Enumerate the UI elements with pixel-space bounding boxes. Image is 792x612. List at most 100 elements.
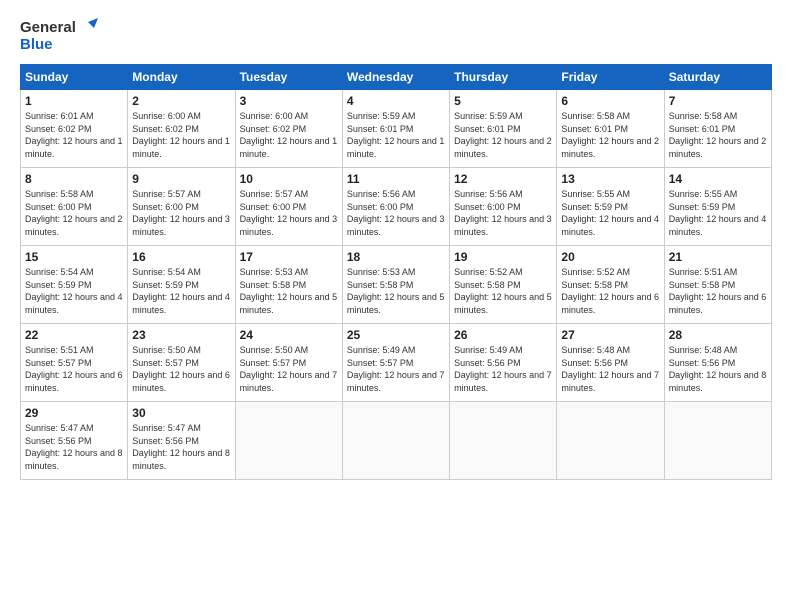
- calendar-cell: 29 Sunrise: 5:47 AM Sunset: 5:56 PM Dayl…: [21, 402, 128, 480]
- day-number: 5: [454, 94, 552, 108]
- calendar-cell: 28 Sunrise: 5:48 AM Sunset: 5:56 PM Dayl…: [664, 324, 771, 402]
- day-number: 17: [240, 250, 338, 264]
- col-header-friday: Friday: [557, 65, 664, 90]
- calendar-cell: 27 Sunrise: 5:48 AM Sunset: 5:56 PM Dayl…: [557, 324, 664, 402]
- calendar-table: SundayMondayTuesdayWednesdayThursdayFrid…: [20, 64, 772, 480]
- calendar-cell: 16 Sunrise: 5:54 AM Sunset: 5:59 PM Dayl…: [128, 246, 235, 324]
- day-number: 27: [561, 328, 659, 342]
- day-info: Sunrise: 5:53 AM Sunset: 5:58 PM Dayligh…: [347, 266, 445, 316]
- day-info: Sunrise: 5:54 AM Sunset: 5:59 PM Dayligh…: [25, 266, 123, 316]
- day-number: 26: [454, 328, 552, 342]
- svg-text:Blue: Blue: [20, 36, 53, 53]
- col-header-monday: Monday: [128, 65, 235, 90]
- day-info: Sunrise: 5:56 AM Sunset: 6:00 PM Dayligh…: [347, 188, 445, 238]
- col-header-tuesday: Tuesday: [235, 65, 342, 90]
- calendar-cell: 6 Sunrise: 5:58 AM Sunset: 6:01 PM Dayli…: [557, 90, 664, 168]
- day-info: Sunrise: 5:58 AM Sunset: 6:00 PM Dayligh…: [25, 188, 123, 238]
- day-info: Sunrise: 5:50 AM Sunset: 5:57 PM Dayligh…: [132, 344, 230, 394]
- day-number: 3: [240, 94, 338, 108]
- day-number: 29: [25, 406, 123, 420]
- day-info: Sunrise: 6:00 AM Sunset: 6:02 PM Dayligh…: [132, 110, 230, 160]
- day-info: Sunrise: 5:49 AM Sunset: 5:56 PM Dayligh…: [454, 344, 552, 394]
- day-number: 20: [561, 250, 659, 264]
- day-number: 30: [132, 406, 230, 420]
- calendar-cell: 11 Sunrise: 5:56 AM Sunset: 6:00 PM Dayl…: [342, 168, 449, 246]
- svg-text:General: General: [20, 19, 76, 36]
- calendar-cell: 14 Sunrise: 5:55 AM Sunset: 5:59 PM Dayl…: [664, 168, 771, 246]
- col-header-thursday: Thursday: [450, 65, 557, 90]
- day-info: Sunrise: 5:48 AM Sunset: 5:56 PM Dayligh…: [669, 344, 767, 394]
- day-info: Sunrise: 5:59 AM Sunset: 6:01 PM Dayligh…: [347, 110, 445, 160]
- calendar-cell: 4 Sunrise: 5:59 AM Sunset: 6:01 PM Dayli…: [342, 90, 449, 168]
- calendar-cell: 10 Sunrise: 5:57 AM Sunset: 6:00 PM Dayl…: [235, 168, 342, 246]
- day-number: 18: [347, 250, 445, 264]
- day-number: 16: [132, 250, 230, 264]
- calendar-cell: 22 Sunrise: 5:51 AM Sunset: 5:57 PM Dayl…: [21, 324, 128, 402]
- calendar-cell: [557, 402, 664, 480]
- day-info: Sunrise: 5:53 AM Sunset: 5:58 PM Dayligh…: [240, 266, 338, 316]
- day-number: 21: [669, 250, 767, 264]
- day-number: 13: [561, 172, 659, 186]
- logo: General Blue: [20, 16, 100, 54]
- day-info: Sunrise: 5:50 AM Sunset: 5:57 PM Dayligh…: [240, 344, 338, 394]
- day-info: Sunrise: 5:57 AM Sunset: 6:00 PM Dayligh…: [240, 188, 338, 238]
- day-number: 14: [669, 172, 767, 186]
- calendar-week-2: 15 Sunrise: 5:54 AM Sunset: 5:59 PM Dayl…: [21, 246, 772, 324]
- calendar-cell: [235, 402, 342, 480]
- calendar-cell: 24 Sunrise: 5:50 AM Sunset: 5:57 PM Dayl…: [235, 324, 342, 402]
- day-info: Sunrise: 5:47 AM Sunset: 5:56 PM Dayligh…: [132, 422, 230, 472]
- calendar-week-4: 29 Sunrise: 5:47 AM Sunset: 5:56 PM Dayl…: [21, 402, 772, 480]
- day-info: Sunrise: 6:00 AM Sunset: 6:02 PM Dayligh…: [240, 110, 338, 160]
- calendar-cell: [664, 402, 771, 480]
- calendar-cell: 7 Sunrise: 5:58 AM Sunset: 6:01 PM Dayli…: [664, 90, 771, 168]
- calendar-cell: 8 Sunrise: 5:58 AM Sunset: 6:00 PM Dayli…: [21, 168, 128, 246]
- col-header-sunday: Sunday: [21, 65, 128, 90]
- calendar-cell: 25 Sunrise: 5:49 AM Sunset: 5:57 PM Dayl…: [342, 324, 449, 402]
- calendar-cell: 17 Sunrise: 5:53 AM Sunset: 5:58 PM Dayl…: [235, 246, 342, 324]
- day-number: 1: [25, 94, 123, 108]
- day-info: Sunrise: 5:55 AM Sunset: 5:59 PM Dayligh…: [669, 188, 767, 238]
- calendar-cell: [342, 402, 449, 480]
- day-number: 4: [347, 94, 445, 108]
- day-info: Sunrise: 5:57 AM Sunset: 6:00 PM Dayligh…: [132, 188, 230, 238]
- col-header-wednesday: Wednesday: [342, 65, 449, 90]
- calendar-cell: 21 Sunrise: 5:51 AM Sunset: 5:58 PM Dayl…: [664, 246, 771, 324]
- day-number: 2: [132, 94, 230, 108]
- calendar-cell: 26 Sunrise: 5:49 AM Sunset: 5:56 PM Dayl…: [450, 324, 557, 402]
- day-info: Sunrise: 5:58 AM Sunset: 6:01 PM Dayligh…: [669, 110, 767, 160]
- day-number: 8: [25, 172, 123, 186]
- calendar-cell: 19 Sunrise: 5:52 AM Sunset: 5:58 PM Dayl…: [450, 246, 557, 324]
- day-info: Sunrise: 5:48 AM Sunset: 5:56 PM Dayligh…: [561, 344, 659, 394]
- col-header-saturday: Saturday: [664, 65, 771, 90]
- day-number: 15: [25, 250, 123, 264]
- calendar-cell: [450, 402, 557, 480]
- day-info: Sunrise: 6:01 AM Sunset: 6:02 PM Dayligh…: [25, 110, 123, 160]
- calendar-cell: 13 Sunrise: 5:55 AM Sunset: 5:59 PM Dayl…: [557, 168, 664, 246]
- day-number: 24: [240, 328, 338, 342]
- day-number: 23: [132, 328, 230, 342]
- calendar-cell: 2 Sunrise: 6:00 AM Sunset: 6:02 PM Dayli…: [128, 90, 235, 168]
- day-info: Sunrise: 5:58 AM Sunset: 6:01 PM Dayligh…: [561, 110, 659, 160]
- calendar-cell: 5 Sunrise: 5:59 AM Sunset: 6:01 PM Dayli…: [450, 90, 557, 168]
- day-number: 12: [454, 172, 552, 186]
- day-info: Sunrise: 5:49 AM Sunset: 5:57 PM Dayligh…: [347, 344, 445, 394]
- day-info: Sunrise: 5:52 AM Sunset: 5:58 PM Dayligh…: [454, 266, 552, 316]
- calendar-cell: 3 Sunrise: 6:00 AM Sunset: 6:02 PM Dayli…: [235, 90, 342, 168]
- calendar-cell: 1 Sunrise: 6:01 AM Sunset: 6:02 PM Dayli…: [21, 90, 128, 168]
- calendar-week-1: 8 Sunrise: 5:58 AM Sunset: 6:00 PM Dayli…: [21, 168, 772, 246]
- calendar-cell: 30 Sunrise: 5:47 AM Sunset: 5:56 PM Dayl…: [128, 402, 235, 480]
- day-number: 11: [347, 172, 445, 186]
- day-number: 6: [561, 94, 659, 108]
- day-number: 25: [347, 328, 445, 342]
- logo-svg: General Blue: [20, 16, 100, 54]
- calendar-cell: 9 Sunrise: 5:57 AM Sunset: 6:00 PM Dayli…: [128, 168, 235, 246]
- day-info: Sunrise: 5:54 AM Sunset: 5:59 PM Dayligh…: [132, 266, 230, 316]
- day-info: Sunrise: 5:51 AM Sunset: 5:57 PM Dayligh…: [25, 344, 123, 394]
- day-info: Sunrise: 5:56 AM Sunset: 6:00 PM Dayligh…: [454, 188, 552, 238]
- calendar-cell: 12 Sunrise: 5:56 AM Sunset: 6:00 PM Dayl…: [450, 168, 557, 246]
- day-info: Sunrise: 5:59 AM Sunset: 6:01 PM Dayligh…: [454, 110, 552, 160]
- calendar-week-0: 1 Sunrise: 6:01 AM Sunset: 6:02 PM Dayli…: [21, 90, 772, 168]
- calendar-cell: 15 Sunrise: 5:54 AM Sunset: 5:59 PM Dayl…: [21, 246, 128, 324]
- day-info: Sunrise: 5:55 AM Sunset: 5:59 PM Dayligh…: [561, 188, 659, 238]
- day-number: 9: [132, 172, 230, 186]
